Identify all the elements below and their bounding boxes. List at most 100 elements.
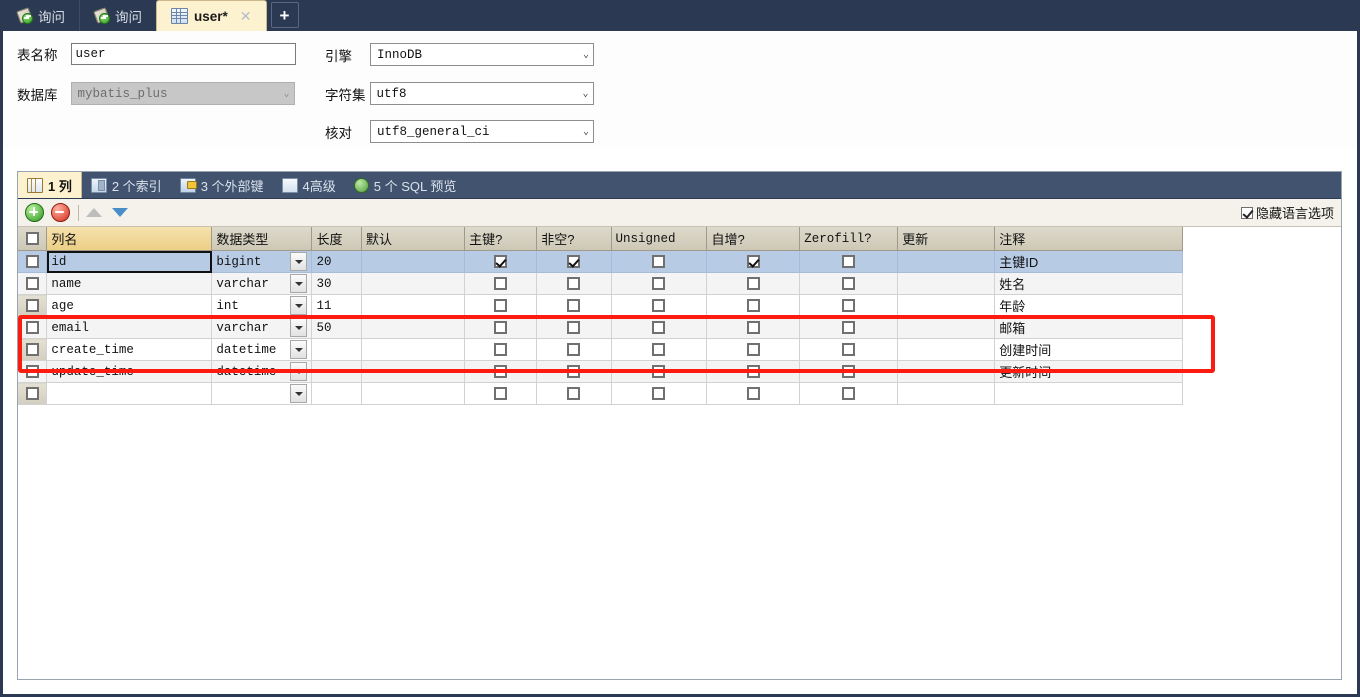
- cell-default[interactable]: [361, 360, 466, 383]
- primary-key-checkbox[interactable]: [494, 254, 508, 268]
- cell-column-name[interactable]: create_time: [46, 338, 213, 361]
- cell-update[interactable]: [897, 316, 996, 339]
- primary-key-checkbox[interactable]: [494, 320, 508, 334]
- zerofill-checkbox[interactable]: [842, 342, 856, 356]
- table-name-input[interactable]: user: [70, 43, 296, 65]
- cell-length[interactable]: [311, 338, 362, 361]
- chevron-down-icon[interactable]: [290, 384, 308, 403]
- collation-select[interactable]: utf8_general_ci ⌄: [370, 120, 594, 143]
- cell-zerofill[interactable]: [799, 360, 899, 383]
- cell-comment[interactable]: 邮箱: [994, 316, 1183, 339]
- header-column-name[interactable]: 列名: [46, 227, 213, 251]
- zerofill-checkbox[interactable]: [842, 320, 856, 334]
- cell-update[interactable]: [897, 250, 996, 273]
- cell-update[interactable]: [897, 360, 996, 383]
- cell-not-null[interactable]: [536, 338, 612, 361]
- tab-user-table[interactable]: user* ✕: [156, 0, 267, 31]
- not-null-checkbox[interactable]: [567, 298, 581, 312]
- cell-auto-increment[interactable]: [706, 338, 801, 361]
- cell-comment[interactable]: 年龄: [994, 294, 1183, 317]
- cell-data-type[interactable]: varchar: [211, 272, 313, 295]
- header-primary-key[interactable]: 主键?: [464, 227, 538, 251]
- cell-comment[interactable]: 主键ID: [994, 250, 1183, 273]
- row-select-checkbox[interactable]: [25, 254, 39, 268]
- zerofill-checkbox[interactable]: [842, 386, 856, 400]
- header-length[interactable]: 长度: [311, 227, 362, 251]
- not-null-checkbox[interactable]: [567, 364, 581, 378]
- cell-not-null[interactable]: [536, 316, 612, 339]
- row-selector[interactable]: [18, 316, 48, 339]
- auto-increment-checkbox[interactable]: [746, 298, 760, 312]
- cell-length[interactable]: 11: [311, 294, 362, 317]
- tab-indexes[interactable]: 2 个索引: [82, 172, 171, 198]
- auto-increment-checkbox[interactable]: [746, 364, 760, 378]
- cell-not-null[interactable]: [536, 382, 612, 405]
- cell-auto-increment[interactable]: [706, 316, 801, 339]
- cell-primary-key[interactable]: [464, 316, 538, 339]
- header-zerofill[interactable]: Zerofill?: [799, 227, 899, 251]
- primary-key-checkbox[interactable]: [494, 386, 508, 400]
- close-icon[interactable]: ✕: [240, 9, 252, 23]
- tab-sql-preview[interactable]: 5 个 SQL 预览: [345, 172, 466, 198]
- cell-data-type[interactable]: int: [211, 294, 313, 317]
- table-row[interactable]: age int 11 年龄: [18, 294, 1183, 317]
- cell-column-name[interactable]: name: [46, 272, 213, 295]
- cell-comment[interactable]: 创建时间: [994, 338, 1183, 361]
- row-selector[interactable]: [18, 294, 48, 317]
- cell-zerofill[interactable]: [799, 250, 899, 273]
- header-update[interactable]: 更新: [897, 227, 996, 251]
- cell-data-type[interactable]: datetime: [211, 360, 313, 383]
- header-not-null[interactable]: 非空?: [536, 227, 612, 251]
- cell-primary-key[interactable]: [464, 382, 538, 405]
- table-row[interactable]: [18, 382, 1183, 405]
- cell-default[interactable]: [361, 382, 466, 405]
- row-select-checkbox[interactable]: [25, 364, 39, 378]
- select-all-header[interactable]: [18, 227, 48, 251]
- zerofill-checkbox[interactable]: [842, 276, 856, 290]
- unsigned-checkbox[interactable]: [652, 364, 666, 378]
- hide-language-checkbox[interactable]: [1240, 206, 1253, 219]
- cell-length[interactable]: [311, 382, 362, 405]
- cell-update[interactable]: [897, 382, 996, 405]
- row-select-checkbox[interactable]: [25, 342, 39, 356]
- cell-auto-increment[interactable]: [706, 294, 801, 317]
- table-row[interactable]: name varchar 30 姓名: [18, 272, 1183, 295]
- row-select-checkbox[interactable]: [25, 298, 39, 312]
- cell-unsigned[interactable]: [611, 338, 708, 361]
- cell-unsigned[interactable]: [611, 250, 708, 273]
- tab-foreign-keys[interactable]: 3 个外部键: [171, 172, 273, 198]
- engine-select[interactable]: InnoDB ⌄: [370, 43, 594, 66]
- chevron-down-icon[interactable]: [290, 274, 308, 293]
- cell-zerofill[interactable]: [799, 382, 899, 405]
- select-all-checkbox[interactable]: [25, 231, 39, 245]
- unsigned-checkbox[interactable]: [652, 320, 666, 334]
- cell-length[interactable]: [311, 360, 362, 383]
- move-down-icon[interactable]: [112, 208, 128, 217]
- cell-primary-key[interactable]: [464, 272, 538, 295]
- cell-zerofill[interactable]: [799, 272, 899, 295]
- cell-column-name[interactable]: id: [46, 250, 213, 273]
- new-tab-button[interactable]: +: [270, 2, 299, 28]
- chevron-down-icon[interactable]: [290, 252, 308, 271]
- cell-data-type[interactable]: varchar: [211, 316, 313, 339]
- cell-unsigned[interactable]: [611, 360, 708, 383]
- cell-primary-key[interactable]: [464, 360, 538, 383]
- row-select-checkbox[interactable]: [25, 276, 39, 290]
- unsigned-checkbox[interactable]: [652, 342, 666, 356]
- table-row[interactable]: update_time datetime 更新时间: [18, 360, 1183, 383]
- cell-update[interactable]: [897, 338, 996, 361]
- tab-query-1[interactable]: 询问: [3, 0, 79, 31]
- cell-comment[interactable]: [994, 382, 1183, 405]
- cell-not-null[interactable]: [536, 272, 612, 295]
- row-select-checkbox[interactable]: [25, 386, 39, 400]
- row-selector[interactable]: [18, 250, 48, 273]
- cell-update[interactable]: [897, 272, 996, 295]
- cell-unsigned[interactable]: [611, 272, 708, 295]
- zerofill-checkbox[interactable]: [842, 254, 856, 268]
- cell-primary-key[interactable]: [464, 338, 538, 361]
- not-null-checkbox[interactable]: [567, 386, 581, 400]
- cell-length[interactable]: 30: [311, 272, 362, 295]
- cell-column-name[interactable]: [46, 382, 213, 405]
- header-auto-increment[interactable]: 自增?: [706, 227, 801, 251]
- cell-data-type[interactable]: bigint: [211, 250, 313, 273]
